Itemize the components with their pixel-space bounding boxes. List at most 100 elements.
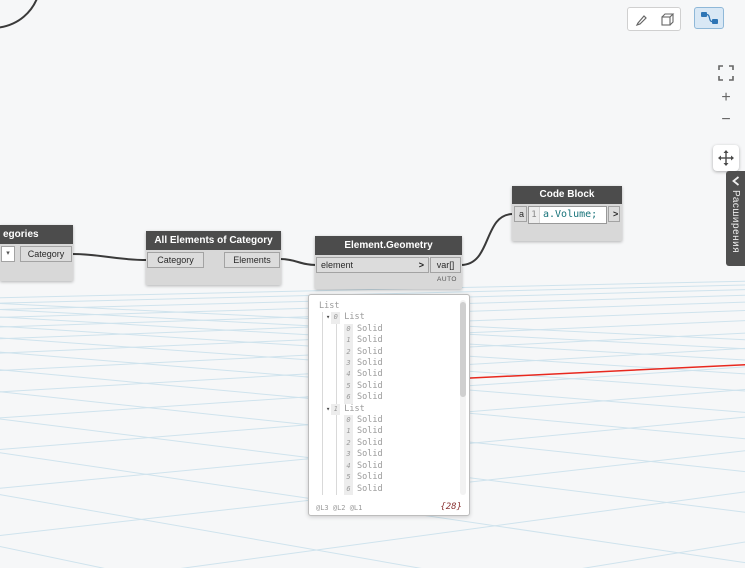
list-label: List [344,312,365,323]
item-index: 2 [344,437,353,450]
item-value: Solid [357,346,383,357]
collapse-triangle-icon[interactable]: ▾ [326,405,330,413]
preview-bubble[interactable]: List ▾ 0 List 0 Solid 1 Solid 2 Solid 3 Solid 4 Soli… [308,294,470,516]
item-index: 0 [344,415,353,427]
item-value: Solid [357,358,383,369]
list-index: 0 [331,312,341,324]
pan-arrows-icon [718,150,734,166]
extensions-tab[interactable]: Расширения [726,171,745,266]
input-port-element-label: element [321,260,354,270]
item-value: Solid [357,323,383,334]
item-value: Solid [357,483,383,494]
node-geometry-body: element > var[] AUTO [315,255,462,289]
item-value: Solid [357,369,383,380]
canvas[interactable]: egories ▾ Category All Elements of Categ… [0,0,745,568]
item-index: 1 [344,335,353,347]
wire-categories-to-allelements[interactable] [71,253,148,261]
item-index: 2 [344,346,353,359]
collapse-triangle-icon[interactable]: ▾ [326,313,330,321]
preview-root-label: List [319,301,340,311]
item-index: 5 [344,380,353,393]
preview-item: 3 Solid [344,358,453,370]
item-index: 1 [344,426,353,438]
list-levels-label: @L3 @L2 @L1 [316,504,363,512]
item-index: 3 [344,358,353,370]
category-dropdown[interactable]: ▾ [1,246,15,262]
item-value: Solid [357,415,383,426]
input-port-a[interactable]: a [514,206,527,222]
collapse-left-icon [731,176,739,186]
input-port-category[interactable]: Category [147,252,204,268]
fit-view-icon [718,65,734,81]
wire-offscreen[interactable] [0,0,38,29]
node-code-block[interactable]: Code Block a 1 a.Volume; > [512,186,622,241]
item-value: Solid [357,437,383,448]
item-index: 6 [344,483,353,495]
view-toolbar [627,7,681,31]
item-value: Solid [357,392,383,403]
wire-allelements-to-geometry[interactable] [279,258,317,266]
zoom-in-button[interactable]: + [717,89,735,107]
item-index: 4 [344,460,353,473]
node-codeblock-body: a 1 a.Volume; > [512,204,622,241]
item-index: 0 [344,323,353,336]
pan-button[interactable] [713,145,739,171]
preview-group: ▾ 0 List 0 Solid 1 Solid 2 Solid 3 Solid 4 Solid 5 Sol… [326,312,453,404]
preview-item: 6 Solid [344,392,453,404]
code-text[interactable]: a.Volume; [540,207,600,223]
item-value: Solid [357,426,383,437]
preview-item: 3 Solid [344,449,453,461]
item-index: 5 [344,472,353,484]
node-allelements-body: Category Elements [146,250,281,285]
input-port-element[interactable]: element > [316,257,429,273]
code-line-number: 1 [529,207,540,223]
output-port-var[interactable]: var[] [430,257,461,273]
output-port-elements[interactable]: Elements [224,252,280,268]
item-value: Solid [357,472,383,483]
wires [0,0,514,266]
geometry-view-button[interactable] [656,9,678,29]
zoom-fit-button[interactable] [717,64,735,82]
cube-icon [660,13,674,26]
preview-item: 6 Solid [344,483,453,495]
output-port-codeblock[interactable]: > [608,206,620,222]
list-label: List [344,403,365,414]
preview-group: ▾ 1 List 0 Solid 1 Solid 2 Solid 3 Solid 4 Solid 5 Sol… [326,403,453,495]
scrollbar-thumb[interactable] [460,302,466,397]
output-port-category[interactable]: Category [20,246,72,262]
wire-geometry-to-codeblock[interactable] [460,213,514,266]
preview-item: 4 Solid [344,460,453,473]
lacing-indicator[interactable]: AUTO [437,276,457,283]
preview-content: List ▾ 0 List 0 Solid 1 Solid 2 Solid 3 Solid 4 Soli… [309,295,469,495]
preview-item: 1 Solid [344,335,453,347]
item-value: Solid [357,460,383,471]
preview-item: 5 Solid [344,380,453,393]
preview-item: 2 Solid [344,346,453,359]
pen-geometry-icon [635,14,647,26]
node-categories-body: ▾ Category [0,244,73,281]
preview-item: 0 Solid [344,415,453,427]
node-all-elements-of-category[interactable]: All Elements of Category Category Elemen… [146,231,281,285]
item-count-badge: {28} [440,502,462,512]
node-element-geometry[interactable]: Element.Geometry element > var[] AUTO [315,236,462,289]
preview-item: 5 Solid [344,472,453,484]
preview-item: 2 Solid [344,437,453,450]
node-geometry-title[interactable]: Element.Geometry [315,236,462,255]
extensions-tab-label: Расширения [730,190,741,254]
node-codeblock-title[interactable]: Code Block [512,186,622,204]
chevron-down-icon: ▾ [6,250,10,257]
preview-item: 1 Solid [344,426,453,438]
preview-scrollbar[interactable] [460,300,466,495]
node-allelements-title[interactable]: All Elements of Category [146,231,281,250]
item-index: 6 [344,392,353,404]
item-value: Solid [357,335,383,346]
code-editor[interactable]: 1 a.Volume; [528,206,607,224]
zoom-out-button[interactable]: − [717,111,735,129]
node-categories-title[interactable]: egories [0,225,73,244]
node-categories[interactable]: egories ▾ Category [0,225,73,281]
graph-nodes-icon [700,12,718,24]
geometry-select-button[interactable] [630,9,652,29]
item-value: Solid [357,449,383,460]
item-value: Solid [357,380,383,391]
graph-view-button[interactable] [694,7,724,29]
